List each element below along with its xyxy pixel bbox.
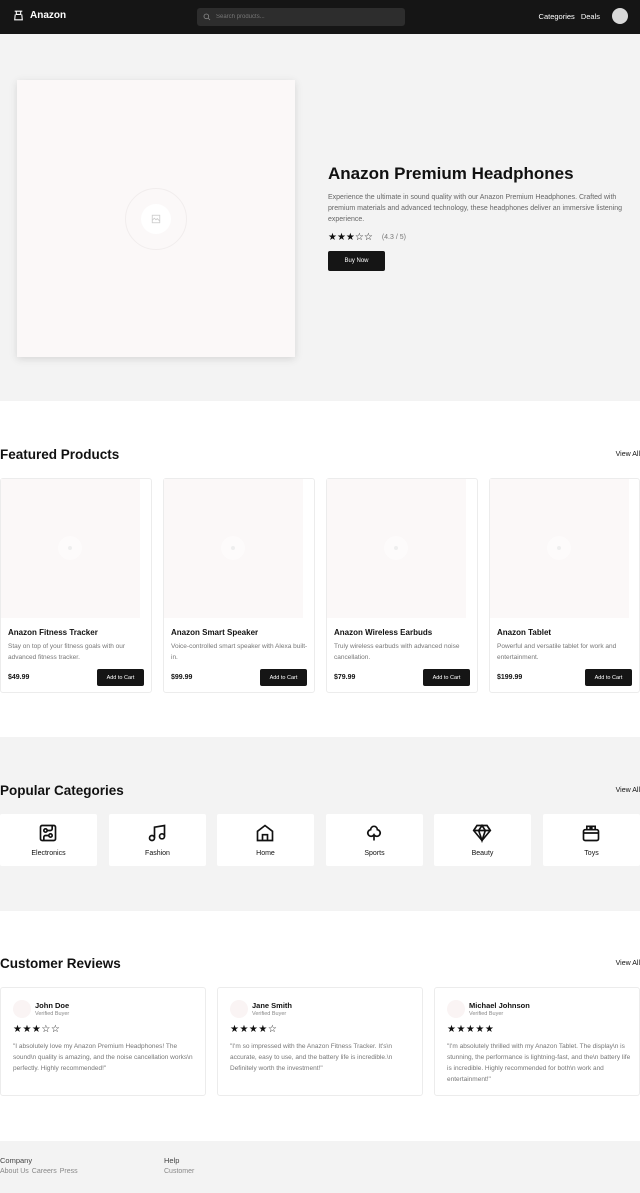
review-stars: ★★★★☆ xyxy=(230,1024,278,1035)
product-description: Voice-controlled smart speaker with Alex… xyxy=(171,643,308,661)
image-placeholder-icon xyxy=(151,214,161,224)
image-placeholder-icon xyxy=(221,536,245,560)
add-to-cart-button[interactable]: Add to Cart xyxy=(423,669,470,686)
add-to-cart-button[interactable]: Add to Cart xyxy=(97,669,144,686)
product-description: Truly wireless earbuds with advanced noi… xyxy=(334,643,460,661)
image-placeholder-icon xyxy=(547,536,571,560)
product-card[interactable]: Anazon Tablet Powerful and versatile tab… xyxy=(489,478,640,693)
product-price: $99.99 xyxy=(171,674,193,681)
popular-categories-title: Popular Categories xyxy=(0,783,124,798)
product-price: $199.99 xyxy=(497,674,523,681)
nav-links: Categories Deals xyxy=(539,8,628,24)
reviewer-role: Verified Buyer xyxy=(35,1011,70,1017)
star-rating: ★★★☆☆ xyxy=(328,232,373,243)
review-stars: ★★★★★ xyxy=(447,1024,495,1035)
category-beauty[interactable]: Beauty xyxy=(434,814,531,866)
product-card[interactable]: Anazon Fitness Tracker Stay on top of yo… xyxy=(0,478,152,693)
category-home[interactable]: Home xyxy=(217,814,314,866)
search-icon xyxy=(203,13,211,21)
user-avatar[interactable] xyxy=(612,8,628,24)
reviewer-avatar xyxy=(230,1000,248,1018)
nav-link-categories[interactable]: Categories xyxy=(539,12,575,21)
brand-name: Anazon xyxy=(30,10,67,21)
hero-title: Anazon Premium Headphones xyxy=(328,164,574,183)
product-name: Anazon Fitness Tracker xyxy=(8,628,98,637)
footer-column-help: Help Customer xyxy=(164,1156,194,1175)
footer-heading: Help xyxy=(164,1156,180,1165)
review-card: Michael Johnson Verified Buyer ★★★★★ "I'… xyxy=(434,987,640,1096)
category-toys[interactable]: Toys xyxy=(543,814,640,866)
review-text: "I'm absolutely thrilled with my Anazon … xyxy=(447,1043,631,1083)
footer-column-company: Company About Us Careers Press xyxy=(0,1156,78,1175)
review-card: John Doe Verified Buyer ★★★☆☆ "I absolut… xyxy=(0,987,206,1096)
reviewer-name: Michael Johnson xyxy=(469,1001,530,1010)
category-label: Fashion xyxy=(145,850,170,857)
gift-box-icon xyxy=(582,825,600,842)
hero-product-image xyxy=(17,80,295,357)
circuit-board-icon xyxy=(39,824,57,842)
reviews-view-all-link[interactable]: View All xyxy=(616,960,640,967)
add-to-cart-button[interactable]: Add to Cart xyxy=(260,669,307,686)
search-bar[interactable] xyxy=(197,8,405,26)
product-name: Anazon Smart Speaker xyxy=(171,628,259,637)
product-name: Anazon Tablet xyxy=(497,628,552,637)
review-text: "I'm so impressed with the Anazon Fitnes… xyxy=(230,1043,393,1072)
music-icon xyxy=(148,824,166,842)
product-image xyxy=(490,479,629,618)
customer-reviews-title: Customer Reviews xyxy=(0,956,121,971)
product-image xyxy=(327,479,466,618)
reviewer-role: Verified Buyer xyxy=(252,1011,287,1017)
category-label: Sports xyxy=(364,850,385,857)
add-to-cart-button[interactable]: Add to Cart xyxy=(585,669,632,686)
featured-products-title: Featured Products xyxy=(0,447,120,462)
review-text: "I absolutely love my Anazon Premium Hea… xyxy=(13,1043,193,1072)
rating-score: (4.3 / 5) xyxy=(381,234,406,241)
reviewer-name: John Doe xyxy=(35,1001,70,1010)
search-input[interactable] xyxy=(216,14,396,20)
footer-link-careers[interactable]: Careers xyxy=(32,1168,57,1175)
reviewer-avatar xyxy=(447,1000,465,1018)
featured-view-all-link[interactable]: View All xyxy=(616,451,640,458)
clover-icon xyxy=(366,825,382,841)
brand-logo[interactable]: Anazon xyxy=(12,9,66,22)
reviewer-avatar xyxy=(13,1000,31,1018)
nav-link-deals[interactable]: Deals xyxy=(581,12,600,21)
product-price: $79.99 xyxy=(334,674,356,681)
product-image xyxy=(164,479,303,618)
footer-heading: Company xyxy=(0,1156,33,1165)
top-nav: Anazon Categories Deals xyxy=(0,0,640,34)
category-fashion[interactable]: Fashion xyxy=(109,814,206,866)
review-stars: ★★★☆☆ xyxy=(13,1024,61,1035)
gem-icon xyxy=(472,823,492,843)
home-icon xyxy=(256,824,274,842)
reviewer-role: Verified Buyer xyxy=(469,1011,504,1017)
reviewer-name: Jane Smith xyxy=(252,1001,293,1010)
footer: Company About Us Careers Press Help Cust… xyxy=(0,1141,640,1193)
product-name: Anazon Wireless Earbuds xyxy=(334,628,433,637)
footer-link-customer[interactable]: Customer xyxy=(164,1168,194,1175)
buy-now-button[interactable]: Buy Now xyxy=(328,251,385,271)
hero-description: Experience the ultimate in sound quality… xyxy=(328,194,623,223)
product-description: Powerful and versatile tablet for work a… xyxy=(497,643,617,661)
category-label: Electronics xyxy=(31,850,66,857)
category-electronics[interactable]: Electronics xyxy=(0,814,97,866)
product-description: Stay on top of your fitness goals with o… xyxy=(8,643,126,661)
logo-icon xyxy=(14,10,23,21)
category-label: Toys xyxy=(584,850,599,857)
product-card[interactable]: Anazon Wireless Earbuds Truly wireless e… xyxy=(326,478,478,693)
category-sports[interactable]: Sports xyxy=(326,814,423,866)
hero-rating: ★★★☆☆ (4.3 / 5) xyxy=(328,232,406,243)
product-price: $49.99 xyxy=(8,674,30,681)
footer-link-press[interactable]: Press xyxy=(60,1168,78,1175)
image-placeholder-icon xyxy=(384,536,408,560)
product-card[interactable]: Anazon Smart Speaker Voice-controlled sm… xyxy=(163,478,315,693)
review-card: Jane Smith Verified Buyer ★★★★☆ "I'm so … xyxy=(217,987,423,1096)
hero-section: Anazon Premium Headphones Experience the… xyxy=(0,34,640,401)
category-label: Beauty xyxy=(471,850,494,857)
product-image xyxy=(1,479,140,618)
category-label: Home xyxy=(256,850,275,857)
image-placeholder-icon xyxy=(58,536,82,560)
footer-link-about[interactable]: About Us xyxy=(0,1168,29,1175)
categories-view-all-link[interactable]: View All xyxy=(616,787,640,794)
